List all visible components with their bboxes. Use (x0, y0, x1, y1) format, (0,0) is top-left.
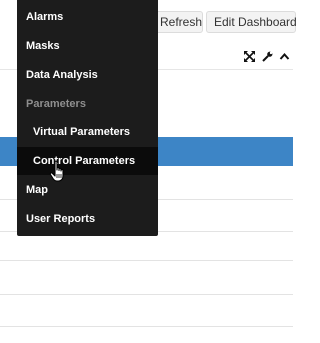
navigation-dropdown-menu: Alarms Masks Data Analysis Parameters Vi… (17, 0, 158, 236)
chevron-up-icon[interactable] (279, 51, 290, 62)
menu-item-label: Alarms (26, 11, 64, 23)
menu-item-user-reports[interactable]: User Reports (17, 205, 158, 233)
menu-item-map[interactable]: Map (17, 176, 158, 204)
table-row[interactable] (0, 232, 293, 261)
menu-item-data-analysis[interactable]: Data Analysis (17, 61, 158, 89)
menu-item-label: Virtual Parameters (33, 126, 131, 138)
table-row[interactable] (0, 295, 293, 327)
menu-item-virtual-parameters[interactable]: Virtual Parameters (17, 118, 158, 146)
table-row[interactable] (0, 261, 293, 295)
menu-item-control-parameters[interactable]: Control Parameters (17, 147, 158, 175)
menu-item-label: User Reports (26, 213, 96, 225)
menu-item-masks[interactable]: Masks (17, 32, 158, 60)
expand-icon[interactable] (244, 51, 255, 62)
edit-dashboard-button[interactable]: Edit Dashboard (206, 11, 297, 33)
menu-section-label: Parameters (26, 98, 86, 110)
wrench-icon[interactable] (262, 51, 273, 62)
menu-item-label: Data Analysis (26, 69, 98, 81)
refresh-button-label: Refresh (160, 15, 203, 29)
menu-item-label: Masks (26, 40, 60, 52)
hand-cursor-icon (49, 160, 64, 182)
menu-item-label: Map (26, 184, 48, 196)
refresh-button[interactable]: Refresh (155, 11, 203, 33)
menu-item-alarms[interactable]: Alarms (17, 3, 158, 31)
menu-section-parameters: Parameters (17, 90, 158, 118)
edit-dashboard-label: Edit Dashboard (214, 15, 297, 29)
